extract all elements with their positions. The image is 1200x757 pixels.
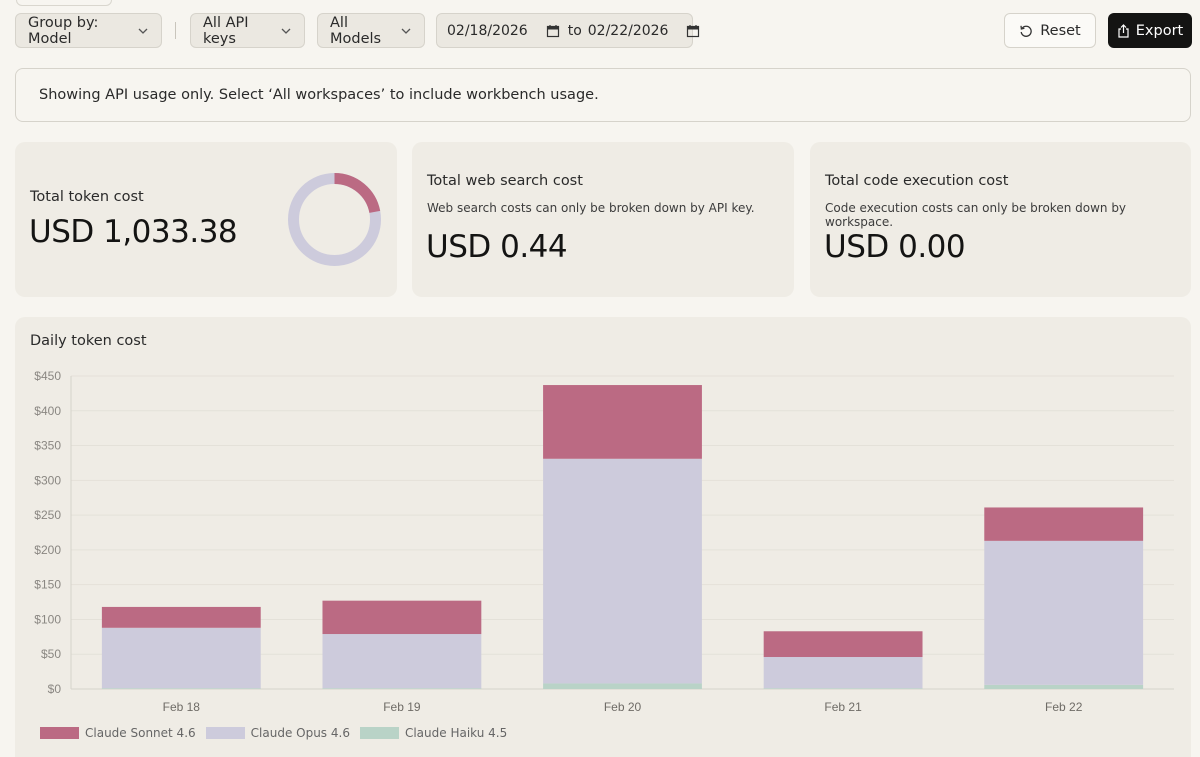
- card-value: USD 0.00: [824, 229, 966, 265]
- bar-segment: [763, 631, 923, 658]
- y-tick-label: $350: [34, 439, 61, 453]
- reset-button[interactable]: Reset: [1004, 13, 1096, 48]
- x-tick-label: Feb 21: [824, 700, 862, 714]
- bar-segment: [322, 634, 482, 689]
- date-from-input[interactable]: 02/18/2026: [447, 23, 528, 39]
- legend-swatch: [359, 727, 399, 739]
- legend-item[interactable]: Claude Opus 4.6: [205, 726, 350, 740]
- legend-label: Claude Sonnet 4.6: [85, 726, 196, 740]
- bar-segment: [984, 540, 1144, 685]
- reset-label: Reset: [1040, 22, 1081, 39]
- chart-title: Daily token cost: [30, 333, 147, 349]
- chevron-down-icon: [137, 25, 149, 37]
- x-tick-label: Feb 20: [604, 700, 642, 714]
- reset-icon: [1019, 24, 1033, 38]
- bar-segment: [543, 683, 702, 689]
- y-tick-label: $400: [34, 404, 61, 418]
- bar-segment: [984, 507, 1144, 541]
- x-tick-label: Feb 22: [1045, 700, 1083, 714]
- calendar-icon[interactable]: [686, 24, 700, 38]
- card-title: Total token cost: [30, 189, 144, 205]
- token-cost-donut: [288, 173, 381, 266]
- y-tick-label: $300: [34, 473, 61, 487]
- card-subtitle: Web search costs can only be broken down…: [427, 201, 755, 215]
- date-range-picker: 02/18/2026 to 02/22/2026: [436, 13, 700, 48]
- chevron-down-icon: [280, 25, 292, 37]
- chart-legend: Claude Sonnet 4.6 Claude Opus 4.6 Claude H…: [40, 726, 517, 740]
- daily-token-cost-panel: $0 $50 $100 $150 $200 $250 $300 $350 $400 $450 Feb…: [15, 317, 1191, 757]
- legend-swatch: [205, 727, 245, 739]
- export-icon: [1117, 23, 1130, 38]
- daily-token-cost-chart: $0 $50 $100 $150 $200 $250 $300 $350 $400 $450 Feb…: [34, 369, 1174, 714]
- bar-segment: [763, 688, 923, 689]
- y-tick-label: $0: [48, 682, 62, 696]
- bar-segment: [322, 600, 482, 635]
- total-code-execution-cost-card: Total code execution cost Code execution…: [810, 142, 1191, 297]
- bar-segment: [543, 385, 702, 459]
- info-banner: Showing API usage only. Select ‘All work…: [15, 68, 1191, 122]
- models-dropdown[interactable]: All Models: [317, 13, 425, 48]
- legend-label: Claude Opus 4.6: [250, 726, 350, 740]
- info-banner-text: Showing API usage only. Select ‘All work…: [39, 87, 599, 103]
- bar-segment: [101, 627, 261, 689]
- total-web-search-cost-card: Total web search cost Web search costs c…: [412, 142, 794, 297]
- card-value: USD 1,033.38: [29, 214, 238, 250]
- card-value: USD 0.44: [426, 229, 568, 265]
- legend-item[interactable]: Claude Haiku 4.5: [359, 726, 508, 740]
- group-by-dropdown[interactable]: Group by: Model: [15, 13, 162, 48]
- models-label: All Models: [330, 14, 382, 47]
- card-title: Total web search cost: [427, 173, 583, 189]
- x-tick-label: Feb 18: [163, 700, 201, 714]
- card-subtitle: Code execution costs can only be broken …: [825, 201, 1127, 229]
- calendar-icon[interactable]: [546, 24, 560, 38]
- card-title: Total code execution cost: [825, 173, 1009, 189]
- y-tick-label: $50: [41, 647, 61, 661]
- api-keys-label: All API keys: [203, 14, 249, 47]
- export-button[interactable]: Export: [1108, 13, 1192, 48]
- y-tick-label: $200: [34, 543, 61, 557]
- date-range-separator: to: [567, 22, 582, 39]
- bar-segment: [101, 606, 261, 628]
- bar-segment: [984, 684, 1144, 689]
- legend-item[interactable]: Claude Sonnet 4.6: [40, 726, 196, 740]
- toolbar-divider: [175, 22, 176, 39]
- api-keys-dropdown[interactable]: All API keys: [190, 13, 305, 48]
- y-tick-label: $450: [34, 369, 61, 383]
- legend-label: Claude Haiku 4.5: [404, 726, 508, 740]
- y-tick-label: $100: [34, 612, 61, 626]
- toolbar: Group by: Model All API keys All Models …: [15, 13, 1192, 48]
- bar-segment: [101, 688, 261, 689]
- y-tick-label: $150: [34, 578, 61, 592]
- chevron-down-icon: [400, 25, 412, 37]
- export-label: Export: [1135, 22, 1184, 39]
- total-token-cost-card: Total token cost USD 1,033.38: [15, 142, 397, 297]
- x-tick-label: Feb 19: [383, 700, 421, 714]
- top-tab-stub: [16, 0, 112, 6]
- group-by-label: Group by: Model: [28, 14, 99, 47]
- y-tick-label: $250: [34, 508, 61, 522]
- date-to-input[interactable]: 02/22/2026: [588, 23, 669, 39]
- bar-segment: [763, 657, 923, 689]
- bar-segment: [543, 458, 702, 684]
- legend-swatch: [40, 727, 79, 739]
- bar-segment: [322, 688, 482, 689]
